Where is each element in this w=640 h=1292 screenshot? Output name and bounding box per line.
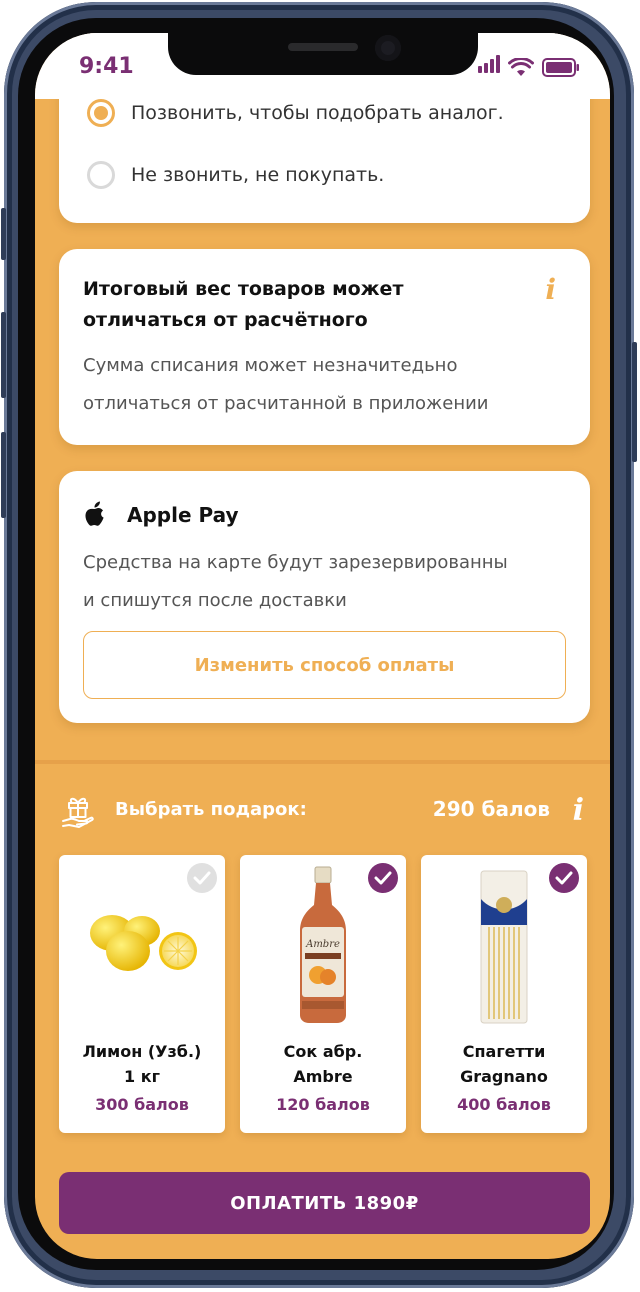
weight-notice-text: Сумма списания может незначитедьно отлич… [83, 347, 489, 423]
payment-text: Средства на карте будут зарезервированны… [83, 544, 508, 620]
gift-header: Выбрать подарок: 290 балов i [59, 793, 590, 831]
wifi-icon [508, 58, 534, 76]
option-label: Позвонить, чтобы подобрать аналог. [131, 102, 504, 124]
checkmark-icon[interactable] [549, 863, 579, 893]
apple-logo-icon [85, 501, 104, 526]
lemons-image [90, 915, 197, 971]
gift-product-card[interactable]: Лимон (Узб.) 1 кг 300 балов [59, 855, 225, 1133]
title-line: Итоговый вес товаров может [83, 278, 404, 300]
info-icon[interactable]: i [545, 273, 556, 306]
speaker-grille [288, 43, 358, 51]
pay-button[interactable]: ОПЛАТИТЬ 1890₽ [59, 1172, 590, 1234]
spaghetti-pack-image [480, 870, 528, 1024]
signal-icon [476, 55, 500, 77]
gift-icon [62, 797, 94, 828]
checkmark-icon[interactable] [187, 863, 217, 893]
product-name: Спагетти Gragnano [421, 1039, 587, 1089]
text-line: Сумма списания может незначитедьно [83, 355, 458, 376]
status-icons [476, 55, 580, 77]
product-name-line: 1 кг [124, 1067, 160, 1086]
payment-card: Apple Pay Средства на карте будут зарезе… [59, 471, 590, 723]
text-line: Средства на карте будут зарезервированны [83, 552, 508, 573]
product-name-line: Сок абр. [283, 1042, 363, 1061]
product-price: 300 балов [95, 1095, 189, 1114]
text-line: и спишутся после доставки [83, 590, 347, 611]
option-call-for-analog[interactable]: Позвонить, чтобы подобрать аналог. [87, 99, 504, 127]
front-camera [375, 35, 401, 61]
product-name-line: Gragnano [460, 1067, 548, 1086]
status-time: 9:41 [79, 54, 134, 79]
payment-method-label: Apple Pay [127, 503, 239, 527]
power-button [632, 342, 637, 462]
notch [168, 33, 478, 75]
volume-up-button [1, 312, 6, 398]
title-line: отличаться от расчётного [83, 309, 368, 331]
volume-down-button [1, 432, 6, 518]
silent-switch [1, 208, 6, 260]
battery-icon [542, 58, 579, 77]
checkmark-icon[interactable] [368, 863, 398, 893]
section-divider [35, 760, 610, 764]
weight-notice-title: Итоговый вес товаров может отличаться от… [83, 274, 403, 336]
gift-info-icon[interactable]: i [573, 793, 584, 828]
product-name: Лимон (Узб.) 1 кг [59, 1039, 225, 1089]
gift-points-balance: 290 балов [432, 797, 550, 821]
product-name-line: Ambre [293, 1067, 353, 1086]
gift-label: Выбрать подарок: [115, 799, 307, 820]
radio-unselected-icon[interactable] [87, 161, 115, 189]
option-do-not-call[interactable]: Не звонить, не покупать. [87, 161, 384, 189]
product-price: 120 балов [276, 1095, 370, 1114]
product-name-line: Спагетти [462, 1042, 546, 1061]
svg-text:Ambre: Ambre [305, 939, 340, 950]
radio-selected-icon[interactable] [87, 99, 115, 127]
product-name-line: Лимон (Узб.) [82, 1042, 202, 1061]
juice-bottle-image: Ambre [300, 866, 346, 1023]
option-label: Не звонить, не покупать. [131, 164, 385, 186]
screen: 9:41 Позвонить, чтобы подобрать аналог. [35, 33, 610, 1259]
product-price: 400 балов [457, 1095, 551, 1114]
change-payment-button[interactable]: Изменить способ оплаты [83, 631, 566, 699]
weight-notice-card: Итоговый вес товаров может отличаться от… [59, 249, 590, 445]
product-name: Сок абр. Ambre [240, 1039, 406, 1089]
gift-product-card[interactable]: Спагетти Gragnano 400 балов [421, 855, 587, 1133]
text-line: отличаться от расчитанной в приложении [83, 393, 489, 414]
gift-product-card[interactable]: Ambre Сок абр. Ambre 120 балов [240, 855, 406, 1133]
